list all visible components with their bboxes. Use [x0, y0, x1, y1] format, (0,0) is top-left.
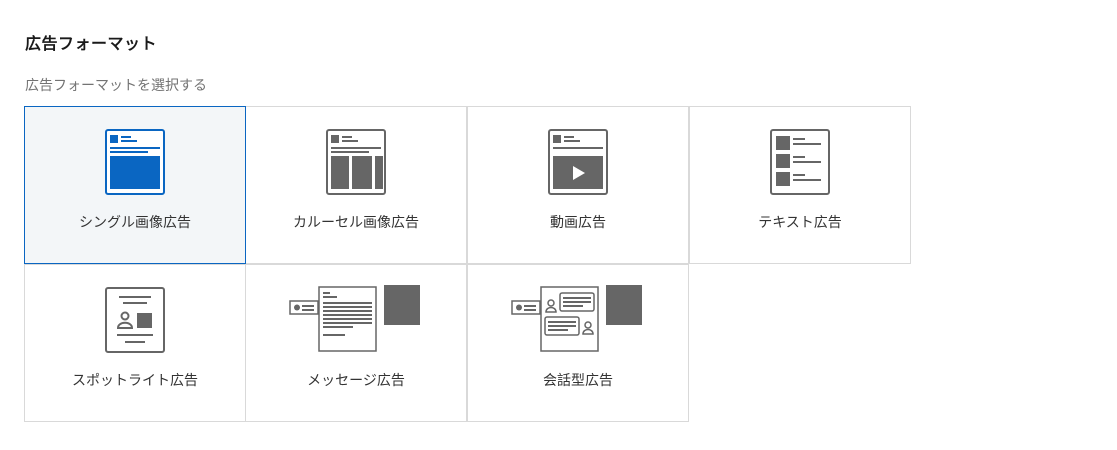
format-label: スポットライト広告: [72, 373, 198, 389]
format-card-carousel-image[interactable]: カルーセル画像広告: [245, 106, 467, 264]
section-title: 広告フォーマット: [25, 34, 158, 53]
format-card-message[interactable]: メッセージ広告: [245, 264, 467, 422]
video-ad-icon: [468, 127, 688, 197]
format-label: カルーセル画像広告: [293, 215, 419, 231]
format-label: テキスト広告: [758, 215, 842, 231]
format-label: シングル画像広告: [79, 215, 191, 231]
conversation-ad-icon: [468, 285, 688, 355]
format-card-video[interactable]: 動画広告: [467, 106, 689, 264]
section-subtitle: 広告フォーマットを選択する: [25, 78, 207, 94]
carousel-image-ad-icon: [246, 127, 466, 197]
format-card-spotlight[interactable]: スポットライト広告: [24, 264, 246, 422]
format-card-conversation[interactable]: 会話型広告: [467, 264, 689, 422]
format-label: メッセージ広告: [307, 373, 405, 389]
message-ad-icon: [246, 285, 466, 355]
format-card-single-image[interactable]: シングル画像広告: [24, 106, 246, 264]
format-card-text[interactable]: テキスト広告: [689, 106, 911, 264]
text-ad-icon: [690, 127, 910, 197]
single-image-ad-icon: [25, 127, 245, 197]
format-label: 会話型広告: [543, 373, 613, 389]
spotlight-ad-icon: [25, 285, 245, 355]
ad-format-grid: シングル画像広告 カルーセル画像広告 動画広告 テキスト広告 スポットライト広告…: [24, 106, 912, 422]
format-label: 動画広告: [550, 215, 606, 231]
